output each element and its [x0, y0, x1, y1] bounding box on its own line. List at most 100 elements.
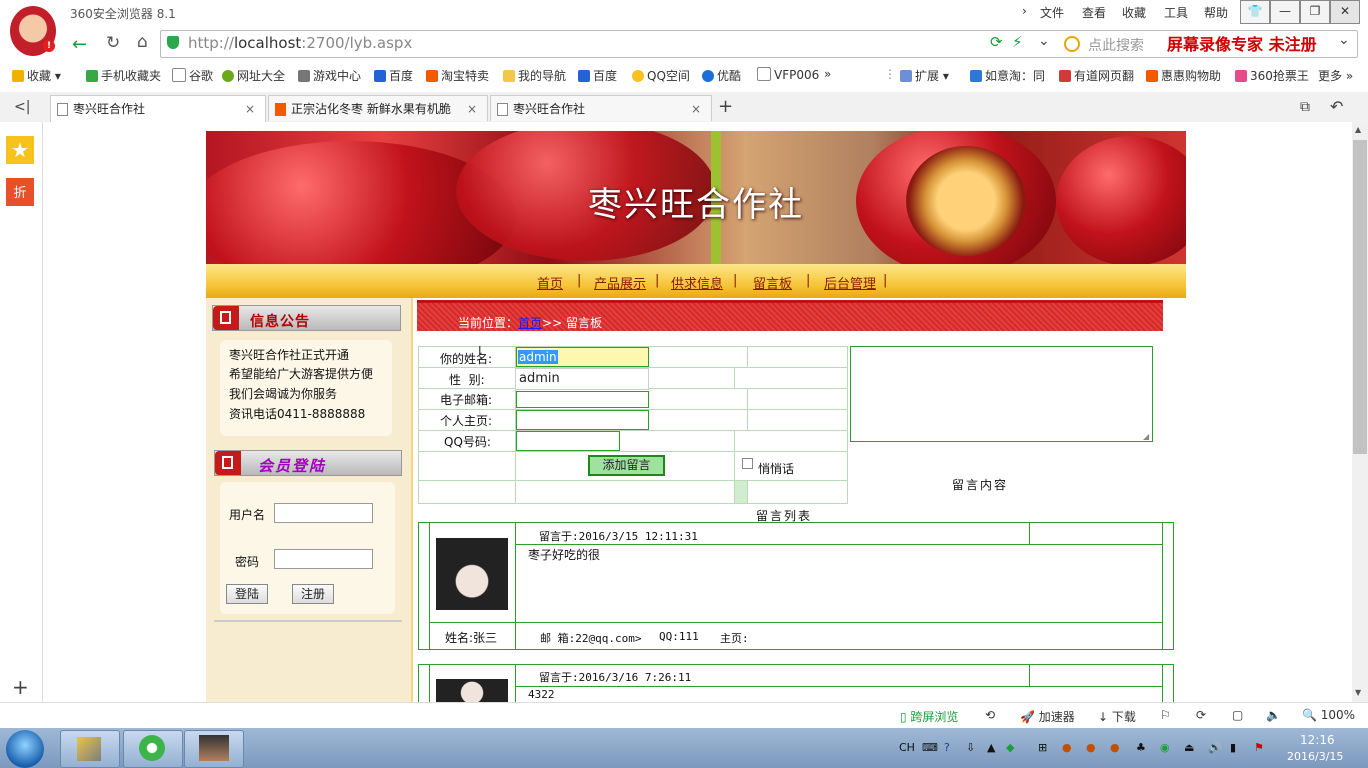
favorites-star-icon[interactable]: ★	[6, 136, 34, 164]
login-button[interactable]: 登陆	[226, 584, 268, 604]
download-button[interactable]: ↓ 下载	[1098, 708, 1136, 725]
nav-home[interactable]: 首页	[537, 273, 563, 292]
flag-icon[interactable]: ⚐	[1160, 708, 1171, 722]
tab-zaoxingwang[interactable]: 枣兴旺合作社 ×	[50, 95, 266, 123]
password-input[interactable]	[274, 549, 373, 569]
bookmark-mobile[interactable]: 手机收藏夹	[86, 67, 161, 84]
accelerator-button[interactable]: 🚀 加速器	[1020, 708, 1075, 725]
usb-icon[interactable]: ⏏	[1184, 741, 1194, 754]
history-icon[interactable]: ⟲	[985, 708, 995, 722]
username-input[interactable]	[274, 503, 373, 523]
ext-huihui[interactable]: 惠惠购物助	[1146, 67, 1221, 84]
volume-icon[interactable]: 🔈	[1266, 708, 1281, 722]
window-icon[interactable]: ▢	[1232, 708, 1243, 722]
tray-pin-icon[interactable]: ⇩	[966, 741, 975, 754]
bookmark-qzone[interactable]: QQ空间	[632, 67, 690, 84]
speaker-icon[interactable]: 🔊	[1208, 741, 1222, 754]
clock-date[interactable]: 2016/3/15	[1287, 750, 1343, 763]
private-checkbox[interactable]	[742, 458, 753, 469]
url-text[interactable]: http://localhost:2700/lyb.aspx	[188, 34, 412, 52]
autocomplete-option[interactable]: admin	[515, 368, 649, 390]
bookmark-games[interactable]: 游戏中心	[298, 67, 361, 84]
refresh-icon[interactable]: ⟳	[1196, 708, 1206, 722]
qq-icon[interactable]: ♣	[1136, 741, 1146, 754]
bookmark-favorites[interactable]: 收藏 ▾	[12, 67, 61, 84]
menu-tools[interactable]: 工具	[1164, 4, 1188, 21]
help-icon[interactable]: ?	[944, 741, 950, 754]
bookmark-youku[interactable]: 优酷	[702, 67, 741, 84]
nav-guestbook[interactable]: 留言板	[753, 273, 792, 292]
bookmark-vfp006[interactable]: VFP006	[757, 67, 819, 82]
tray-app-icon[interactable]: ●	[1086, 741, 1096, 754]
new-tab-plus-icon[interactable]: +	[718, 96, 733, 117]
nav-supply[interactable]: 供求信息	[671, 273, 723, 292]
keyboard-icon[interactable]: ⌨	[922, 741, 938, 754]
bookmarks-more[interactable]: »	[824, 67, 831, 81]
start-button-icon[interactable]	[6, 730, 44, 768]
sidebar-toggle-icon[interactable]: <|	[14, 99, 30, 115]
bookmark-google[interactable]: 谷歌	[172, 67, 213, 84]
ext-ticket[interactable]: 360抢票王	[1235, 67, 1309, 84]
extensions-button[interactable]: 扩展 ▾	[900, 67, 949, 84]
scrollbar-thumb[interactable]	[1353, 140, 1367, 454]
home-icon[interactable]: ⌂	[137, 32, 148, 52]
tab-close-icon[interactable]: ×	[245, 96, 255, 122]
refresh-cycle-icon[interactable]: ⟳	[990, 33, 1003, 51]
taskbar-app-360browser[interactable]	[123, 730, 183, 768]
menu-view[interactable]: 查看	[1082, 4, 1106, 21]
breadcrumb-home-link[interactable]: 首页	[518, 316, 542, 330]
tab-zaoxingwang-2[interactable]: 枣兴旺合作社 ×	[490, 95, 712, 121]
cross-screen-button[interactable]: ▯ 跨屏浏览	[900, 708, 958, 725]
bookmark-baidu-2[interactable]: 百度	[578, 67, 617, 84]
menu-favorites[interactable]: 收藏	[1122, 4, 1146, 21]
discount-icon[interactable]: 折	[6, 178, 34, 206]
tab-close-icon[interactable]: ×	[467, 96, 477, 122]
menu-chevron-icon[interactable]: ›	[1022, 4, 1027, 18]
ext-ruyitao[interactable]: 如意淘：同	[970, 67, 1045, 84]
close-button[interactable]: ✕	[1330, 0, 1360, 24]
menu-help[interactable]: 帮助	[1204, 4, 1228, 21]
search-engine-icon[interactable]	[1064, 36, 1080, 52]
windows-icon[interactable]: ⊞	[1038, 741, 1047, 754]
tray-app-icon[interactable]: ●	[1110, 741, 1120, 754]
minimize-button[interactable]: —	[1270, 0, 1300, 24]
zoom-control[interactable]: 🔍 100%	[1302, 708, 1355, 722]
menu-file[interactable]: 文件	[1040, 4, 1064, 21]
tray-expand-icon[interactable]: ▲	[987, 741, 995, 754]
email-input[interactable]	[516, 391, 649, 408]
name-input[interactable]: admin	[516, 347, 649, 367]
tab-list-icon[interactable]: ⧉	[1300, 99, 1310, 115]
reload-icon[interactable]: ↻	[106, 33, 120, 53]
lightning-icon[interactable]: ⚡	[1012, 33, 1023, 51]
taskbar-app-tools[interactable]	[60, 730, 120, 768]
bookmark-baidu[interactable]: 百度	[374, 67, 413, 84]
bookmark-my-nav[interactable]: 我的导航	[503, 67, 566, 84]
signal-icon[interactable]: ▮	[1230, 741, 1236, 754]
back-arrow-icon[interactable]: ←	[72, 34, 87, 55]
tab-close-icon[interactable]: ×	[691, 96, 701, 122]
search-input[interactable]: 点此搜索	[1088, 35, 1144, 55]
bookmark-taobao[interactable]: 淘宝特卖	[426, 67, 489, 84]
scroll-down-icon[interactable]: ▼	[1355, 688, 1361, 697]
input-language[interactable]: CH	[899, 741, 915, 754]
nav-products[interactable]: 产品展示	[594, 273, 646, 292]
tab-dongzao[interactable]: 正宗沾化冬枣 新鲜水果有机脆 ×	[268, 95, 488, 121]
resize-handle-icon[interactable]: ◢	[1143, 432, 1149, 441]
search-dropdown-icon[interactable]: ⌄	[1338, 32, 1350, 48]
taskbar-app-photo[interactable]	[184, 730, 244, 768]
network-icon[interactable]: ◆	[1006, 741, 1014, 754]
flag-alert-icon[interactable]: ⚑	[1254, 741, 1264, 754]
content-textarea[interactable]	[850, 346, 1153, 442]
homepage-input[interactable]	[516, 410, 649, 430]
ext-youdao[interactable]: 有道网页翻	[1059, 67, 1134, 84]
clock-time[interactable]: 12:16	[1300, 733, 1335, 747]
bookmark-sites[interactable]: 网址大全	[222, 67, 285, 84]
ext-more[interactable]: 更多 »	[1318, 67, 1353, 84]
scroll-up-icon[interactable]: ▲	[1355, 125, 1361, 134]
register-button[interactable]: 注册	[292, 584, 334, 604]
chevron-down-icon[interactable]: ⌄	[1038, 33, 1050, 49]
tray-app-icon[interactable]: ●	[1062, 741, 1072, 754]
tray-360-icon[interactable]: ◉	[1160, 741, 1170, 754]
maximize-button[interactable]: ❐	[1300, 0, 1330, 24]
undo-close-icon[interactable]: ↶	[1330, 97, 1343, 116]
